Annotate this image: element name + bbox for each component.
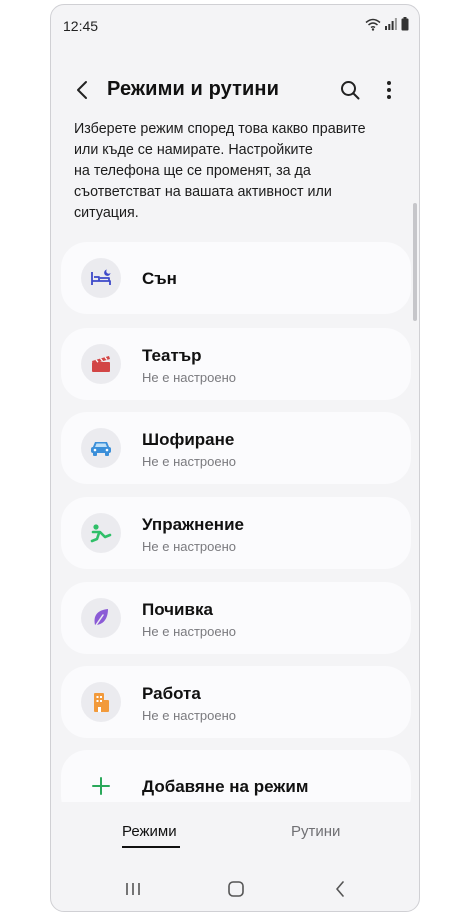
mode-icon-bg — [81, 682, 121, 722]
back-button[interactable] — [67, 75, 97, 105]
app-header: Режими и рутини — [51, 69, 419, 113]
more-options-button[interactable] — [377, 75, 401, 105]
add-mode-label: Добавяне на режим — [142, 777, 309, 796]
mode-icon-bg — [81, 598, 121, 638]
mode-card-work[interactable]: Работа Не е настроено — [61, 666, 411, 738]
car-icon — [91, 442, 111, 456]
mode-status: Не е настроено — [142, 624, 237, 639]
mode-name: Театър — [142, 346, 202, 365]
tab-routines[interactable]: Рутини — [291, 823, 340, 840]
mode-icon-bg — [81, 344, 121, 384]
tab-modes[interactable]: Режими — [122, 823, 177, 840]
recent-apps-button[interactable] — [118, 877, 148, 901]
mode-status: Не е настроено — [142, 454, 237, 469]
description-line: на телефона ще се променят, за да — [74, 163, 311, 179]
mode-name: Упражнение — [142, 515, 244, 534]
home-icon — [228, 881, 244, 897]
modes-list[interactable]: Сън Театър Не е настроено Шофиране Не е … — [61, 242, 411, 802]
phone-screen: 12:45 Режими и рутини Изберете режим спо… — [50, 4, 420, 912]
mode-icon-bg — [81, 428, 121, 468]
description-line: или къде се намирате. Настройките — [74, 142, 313, 158]
mode-name: Почивка — [142, 600, 213, 619]
chevron-left-icon — [77, 81, 87, 99]
wifi-icon — [365, 18, 381, 31]
mode-status: Не е настроено — [142, 539, 237, 554]
back-nav-button[interactable] — [325, 877, 355, 901]
add-mode-button[interactable]: Добавяне на режим — [61, 750, 411, 802]
status-icons — [365, 17, 409, 31]
description-line: съответстват на вашата активност или — [74, 184, 332, 200]
mode-name: Работа — [142, 684, 201, 703]
mode-card-driving[interactable]: Шофиране Не е настроено — [61, 412, 411, 484]
more-vertical-icon — [387, 81, 391, 99]
recent-apps-icon — [126, 883, 140, 895]
description-text: Изберете режим според това какво правите… — [74, 119, 404, 224]
system-navigation-bar — [51, 865, 419, 911]
mode-name: Шофиране — [142, 430, 235, 449]
mode-name: Сън — [142, 269, 177, 288]
plus-icon — [92, 777, 110, 795]
mode-card-exercise[interactable]: Упражнение Не е настроено — [61, 497, 411, 569]
mode-status: Не е настроено — [142, 370, 237, 385]
bottom-tab-bar: Режими Рутини — [51, 803, 419, 863]
theater-icon — [92, 356, 110, 372]
status-bar: 12:45 — [51, 5, 419, 45]
signal-icon — [385, 18, 397, 30]
mode-card-rest[interactable]: Почивка Не е настроено — [61, 582, 411, 654]
search-button[interactable] — [335, 75, 365, 105]
status-time: 12:45 — [63, 18, 99, 34]
battery-icon — [401, 17, 409, 31]
mode-icon-bg — [81, 258, 121, 298]
back-nav-icon — [336, 881, 344, 897]
description-line: Изберете режим според това какво правите — [74, 121, 366, 137]
home-button[interactable] — [221, 877, 251, 901]
search-icon — [341, 81, 360, 100]
mode-icon-bg — [81, 766, 121, 802]
scrollbar[interactable] — [413, 203, 417, 321]
exercise-icon — [90, 524, 112, 543]
leaf-icon — [93, 609, 108, 629]
active-tab-indicator — [122, 846, 180, 848]
sleep-icon — [91, 269, 111, 285]
page-title: Режими и рутини — [107, 78, 279, 100]
mode-icon-bg — [81, 513, 121, 553]
mode-card-sleep[interactable]: Сън — [61, 242, 411, 314]
mode-card-theater[interactable]: Театър Не е настроено — [61, 328, 411, 400]
mode-status: Не е настроено — [142, 708, 237, 723]
description-line: ситуация. — [74, 205, 139, 221]
building-icon — [94, 693, 109, 712]
